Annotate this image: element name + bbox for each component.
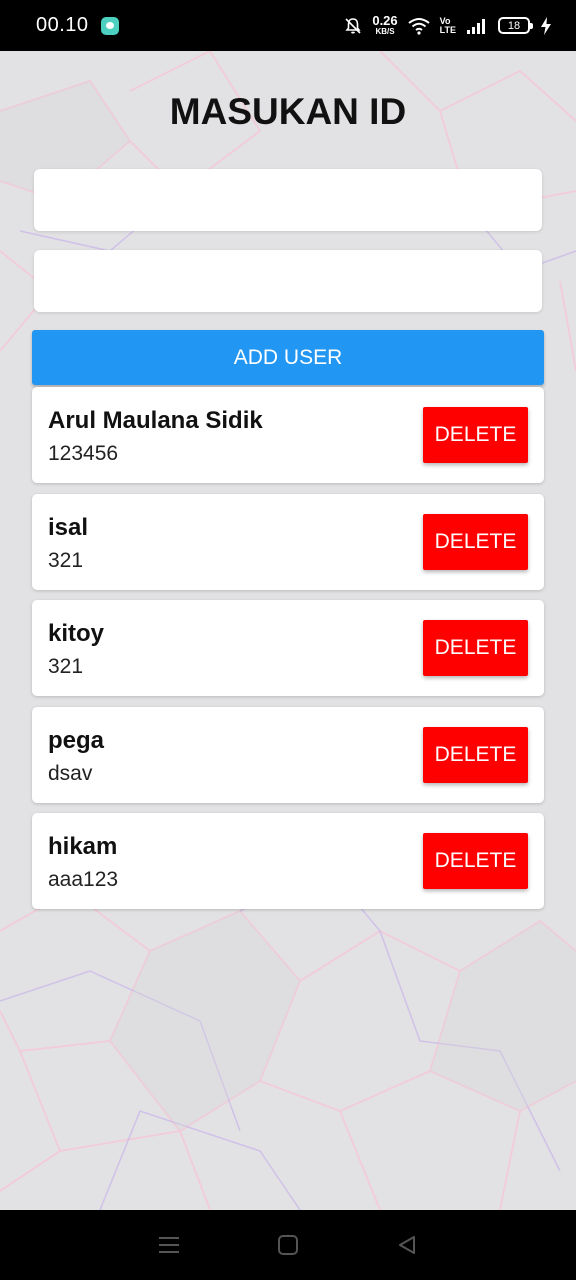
network-speed-value: 0.26: [372, 13, 398, 28]
user-list: Arul Maulana Sidik 123456 DELETE isal 32…: [32, 387, 544, 920]
bell-off-icon: [344, 17, 362, 35]
delete-button[interactable]: DELETE: [423, 513, 528, 570]
add-user-button[interactable]: ADD USER: [32, 330, 544, 385]
id-input[interactable]: [34, 250, 542, 312]
user-name: hikam: [48, 833, 118, 860]
delete-button[interactable]: DELETE: [423, 833, 528, 889]
status-time: 00.10: [36, 14, 89, 36]
signal-icon: [466, 18, 488, 34]
network-speed: 0.26 KB/S: [372, 13, 398, 36]
user-card: isal 321 DELETE: [32, 493, 544, 590]
chat-bubble-icon: [100, 16, 119, 35]
user-id: 123456: [48, 442, 119, 465]
battery-level: 18: [507, 19, 521, 32]
charging-bolt-icon: [540, 16, 552, 35]
menu-icon[interactable]: [144, 1220, 194, 1270]
navigation-bar: [0, 1210, 576, 1280]
user-id: dsav: [48, 761, 93, 785]
delete-button[interactable]: DELETE: [423, 726, 528, 783]
delete-button[interactable]: DELETE: [423, 620, 528, 676]
user-name: Arul Maulana Sidik: [48, 407, 263, 434]
network-speed-unit: KB/S: [375, 27, 395, 36]
wifi-icon: [408, 17, 430, 35]
user-id: 321: [48, 655, 84, 678]
volte-indicator: Vo LTE: [439, 16, 456, 35]
status-bar: 00.10 0.26 KB/S Vo LTE 18: [0, 0, 576, 51]
name-input[interactable]: [34, 169, 542, 231]
user-name: pega: [48, 726, 105, 754]
page-title: MASUKAN ID: [169, 91, 407, 132]
user-card: Arul Maulana Sidik 123456 DELETE: [32, 387, 544, 483]
user-id: aaa123: [48, 868, 119, 891]
user-card: hikam aaa123 DELETE: [32, 813, 544, 909]
user-name: kitoy: [48, 620, 105, 647]
user-name: isal: [48, 513, 89, 541]
phone-screen: 00.10 0.26 KB/S Vo LTE 18 MASUKAN ID ADD…: [0, 0, 576, 1280]
status-icons: 0.26 KB/S Vo LTE 18: [344, 13, 552, 36]
battery-icon: 18: [498, 17, 533, 34]
volte-bottom: LTE: [439, 24, 456, 35]
user-card: pega dsav DELETE: [32, 706, 544, 803]
user-id: 321: [48, 548, 84, 572]
home-square-icon[interactable]: [263, 1220, 313, 1270]
app-content: MASUKAN ID ADD USER Arul Maulana Sidik 1…: [0, 51, 576, 1210]
user-card: kitoy 321 DELETE: [32, 600, 544, 696]
delete-button[interactable]: DELETE: [423, 407, 528, 463]
back-triangle-icon[interactable]: [382, 1220, 432, 1270]
